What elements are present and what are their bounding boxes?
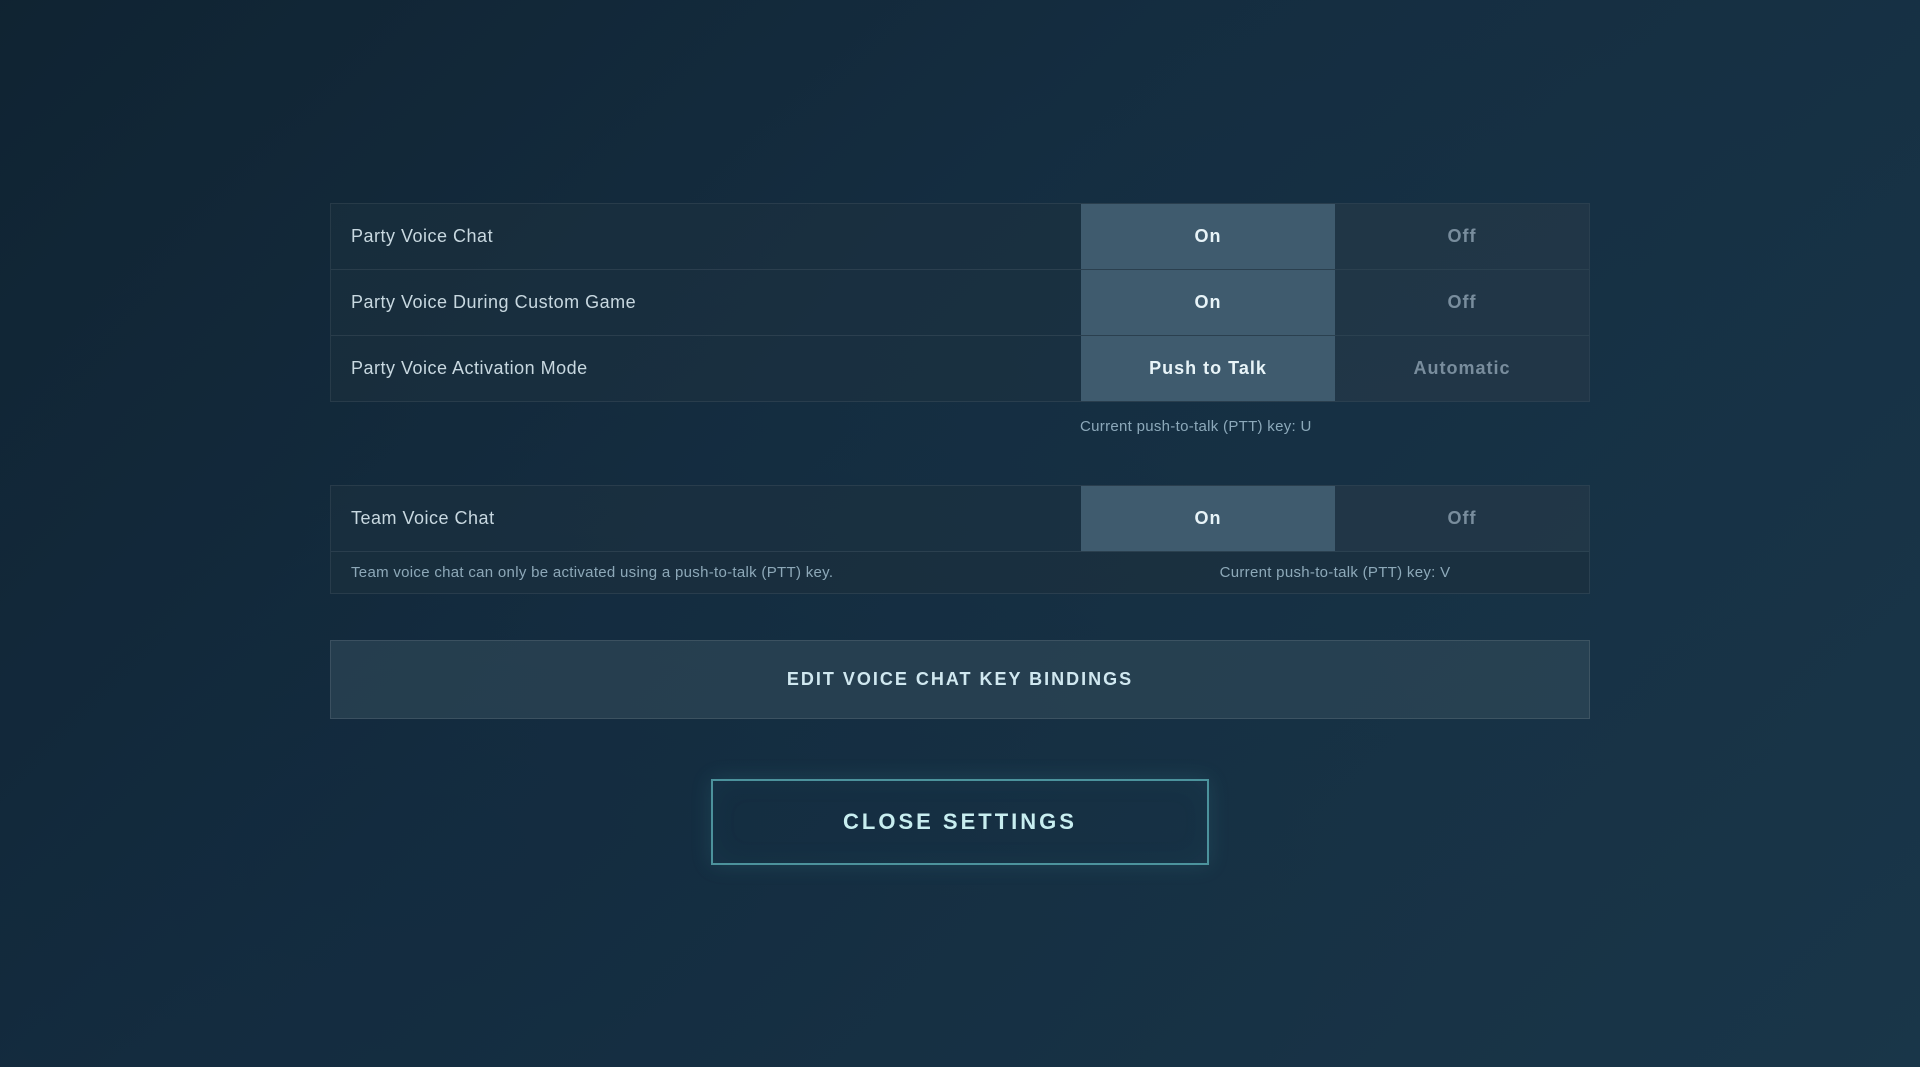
team-voice-note: Team voice chat can only be activated us…	[331, 552, 1589, 593]
push-to-talk-button[interactable]: Push to Talk	[1081, 336, 1335, 401]
team-voice-chat-label: Team Voice Chat	[331, 486, 1081, 551]
edit-keybindings-button[interactable]: EDIT VOICE CHAT KEY BINDINGS	[330, 640, 1590, 719]
party-voice-custom-game-on-button[interactable]: On	[1081, 270, 1335, 335]
team-note-left-text: Team voice chat can only be activated us…	[351, 564, 1101, 581]
party-voice-chat-label: Party Voice Chat	[331, 204, 1081, 269]
automatic-button[interactable]: Automatic	[1335, 336, 1589, 401]
party-voice-section: Party Voice Chat On Off Party Voice Duri…	[330, 203, 1590, 402]
party-voice-activation-controls: Push to Talk Automatic	[1081, 336, 1589, 401]
settings-panel: Party Voice Chat On Off Party Voice Duri…	[330, 203, 1590, 865]
party-voice-activation-row: Party Voice Activation Mode Push to Talk…	[331, 336, 1589, 401]
party-ptt-hint: Current push-to-talk (PTT) key: U	[330, 408, 1590, 445]
party-voice-chat-on-button[interactable]: On	[1081, 204, 1335, 269]
party-voice-custom-game-label: Party Voice During Custom Game	[331, 270, 1081, 335]
party-voice-custom-game-row: Party Voice During Custom Game On Off	[331, 270, 1589, 336]
team-voice-chat-on-button[interactable]: On	[1081, 486, 1335, 551]
team-voice-chat-controls: On Off	[1081, 486, 1589, 551]
team-note-right-text: Current push-to-talk (PTT) key: V	[1101, 564, 1569, 581]
party-voice-chat-off-button[interactable]: Off	[1335, 204, 1589, 269]
party-voice-chat-controls: On Off	[1081, 204, 1589, 269]
team-voice-chat-off-button[interactable]: Off	[1335, 486, 1589, 551]
party-voice-custom-game-controls: On Off	[1081, 270, 1589, 335]
party-voice-activation-label: Party Voice Activation Mode	[331, 336, 1081, 401]
close-settings-area: CLOSE SETTINGS	[330, 779, 1590, 865]
close-settings-button[interactable]: CLOSE SETTINGS	[711, 779, 1209, 865]
party-voice-custom-game-off-button[interactable]: Off	[1335, 270, 1589, 335]
team-voice-section: Team Voice Chat On Off Team voice chat c…	[330, 485, 1590, 594]
team-voice-chat-row: Team Voice Chat On Off	[331, 486, 1589, 552]
party-voice-chat-row: Party Voice Chat On Off	[331, 204, 1589, 270]
